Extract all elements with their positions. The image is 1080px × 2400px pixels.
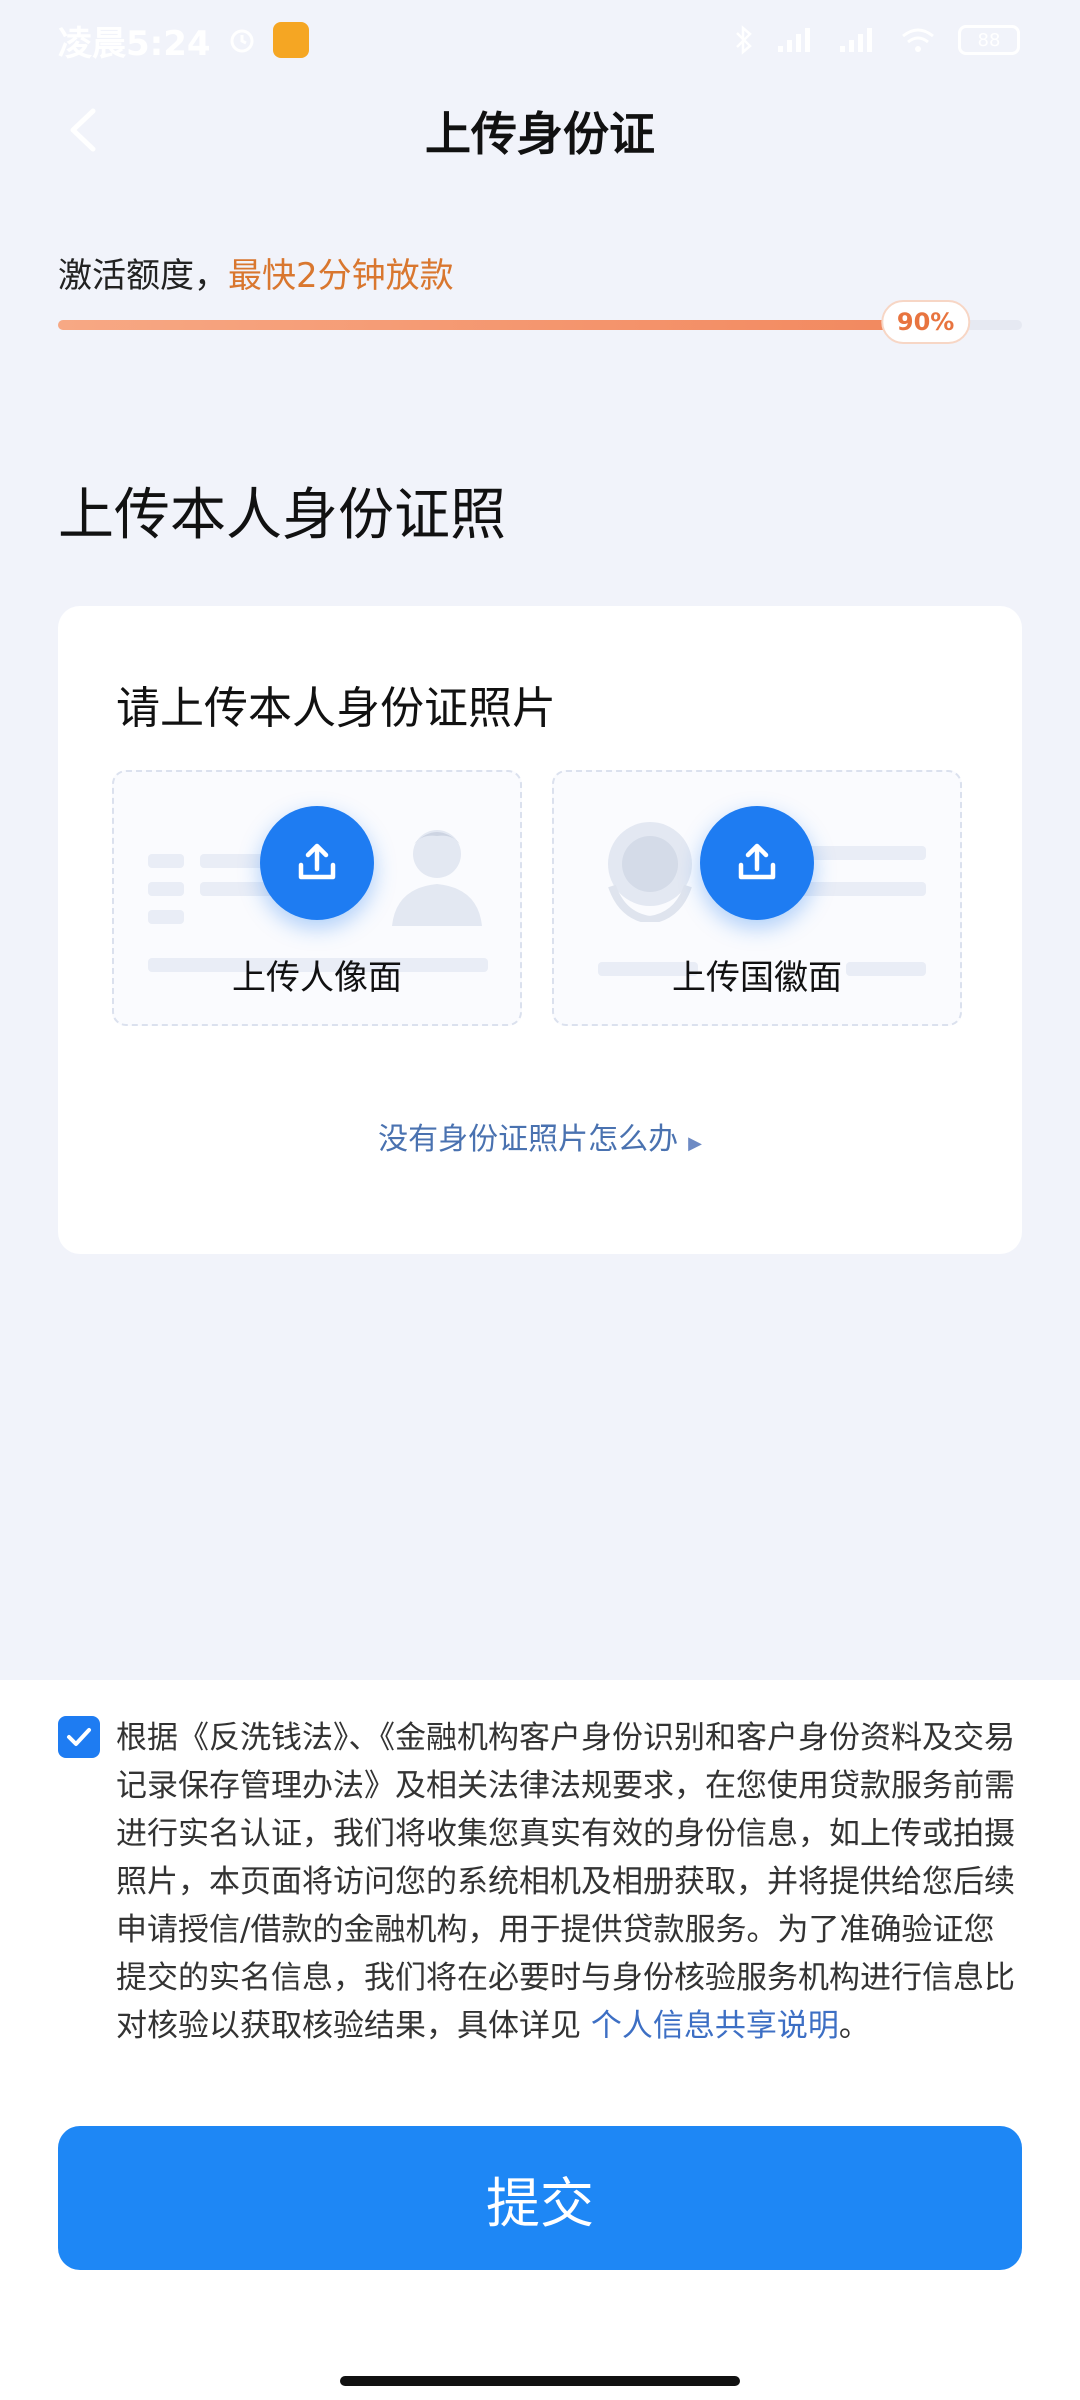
progress-fill: [58, 320, 926, 330]
status-time: 凌晨5:24: [58, 23, 211, 64]
upload-front-label: 上传人像面: [232, 958, 402, 998]
checkmark-icon: [67, 1728, 91, 1746]
signal-icon: [838, 26, 878, 54]
upload-back-slot[interactable]: 上传国徽面: [552, 770, 962, 1026]
progress-section: 激活额度，最快2分钟放款 90%: [58, 248, 1022, 344]
progress-bar: 90%: [58, 300, 1022, 344]
home-indicator: [340, 2376, 740, 2386]
alarm-icon: [227, 25, 257, 55]
id-placeholder-line: [148, 882, 184, 896]
consent-end: 。: [838, 2008, 870, 2044]
status-right: 88: [734, 25, 1020, 55]
battery-icon: 88: [958, 25, 1020, 55]
upload-icon: [298, 843, 336, 880]
wifi-icon: [900, 26, 936, 54]
help-link-text: 没有身份证照片怎么办: [378, 1122, 679, 1157]
national-emblem-placeholder-icon: [608, 822, 692, 922]
progress-label-text: 激活额度，: [58, 256, 228, 296]
id-placeholder-line: [148, 854, 184, 868]
upload-icon: [738, 843, 776, 880]
bottom-sheet: 根据《反洗钱法》、《金融机构客户身份识别和客户身份资料及交易记录保存管理办法》及…: [0, 1680, 1080, 2400]
consent-checkbox[interactable]: [58, 1716, 100, 1758]
progress-label: 激活额度，最快2分钟放款: [58, 248, 1022, 297]
status-bar: 凌晨5:24 88: [0, 0, 1080, 80]
card-title: 请上传本人身份证照片: [116, 683, 556, 734]
upload-front-button[interactable]: [260, 806, 374, 920]
consent-body: 根据《反洗钱法》、《金融机构客户身份识别和客户身份资料及交易记录保存管理办法》及…: [116, 1720, 1015, 2044]
portrait-placeholder-icon: [392, 830, 482, 926]
bluetooth-icon: [734, 25, 754, 55]
page-title: 上传身份证: [425, 107, 655, 161]
upload-back-label: 上传国徽面: [672, 958, 842, 998]
progress-highlight: 最快2分钟放款: [228, 256, 454, 296]
section-heading: 上传本人身份证照: [58, 483, 506, 548]
status-left: 凌晨5:24: [58, 16, 309, 65]
no-id-photo-help-link[interactable]: 没有身份证照片怎么办 ▶: [58, 1114, 1022, 1158]
upload-front-slot[interactable]: 上传人像面: [112, 770, 522, 1026]
play-arrow-icon: ▶: [688, 1133, 702, 1154]
upload-back-button[interactable]: [700, 806, 814, 920]
consent-text: 根据《反洗钱法》、《金融机构客户身份识别和客户身份资料及交易记录保存管理办法》及…: [116, 1714, 1016, 2050]
signal-icon: [776, 26, 816, 54]
personal-info-sharing-link[interactable]: 个人信息共享说明: [591, 2008, 839, 2044]
submit-button[interactable]: 提交: [58, 2126, 1022, 2270]
upload-card: 请上传本人身份证照片 上传人像面 上传国徽面 没有身份证照片怎么办 ▶: [58, 606, 1022, 1254]
progress-percent-badge: 90%: [880, 300, 971, 344]
id-placeholder-line: [148, 910, 184, 924]
nav-header: 上传身份证: [0, 90, 1080, 170]
app-notification-icon: [272, 22, 309, 58]
